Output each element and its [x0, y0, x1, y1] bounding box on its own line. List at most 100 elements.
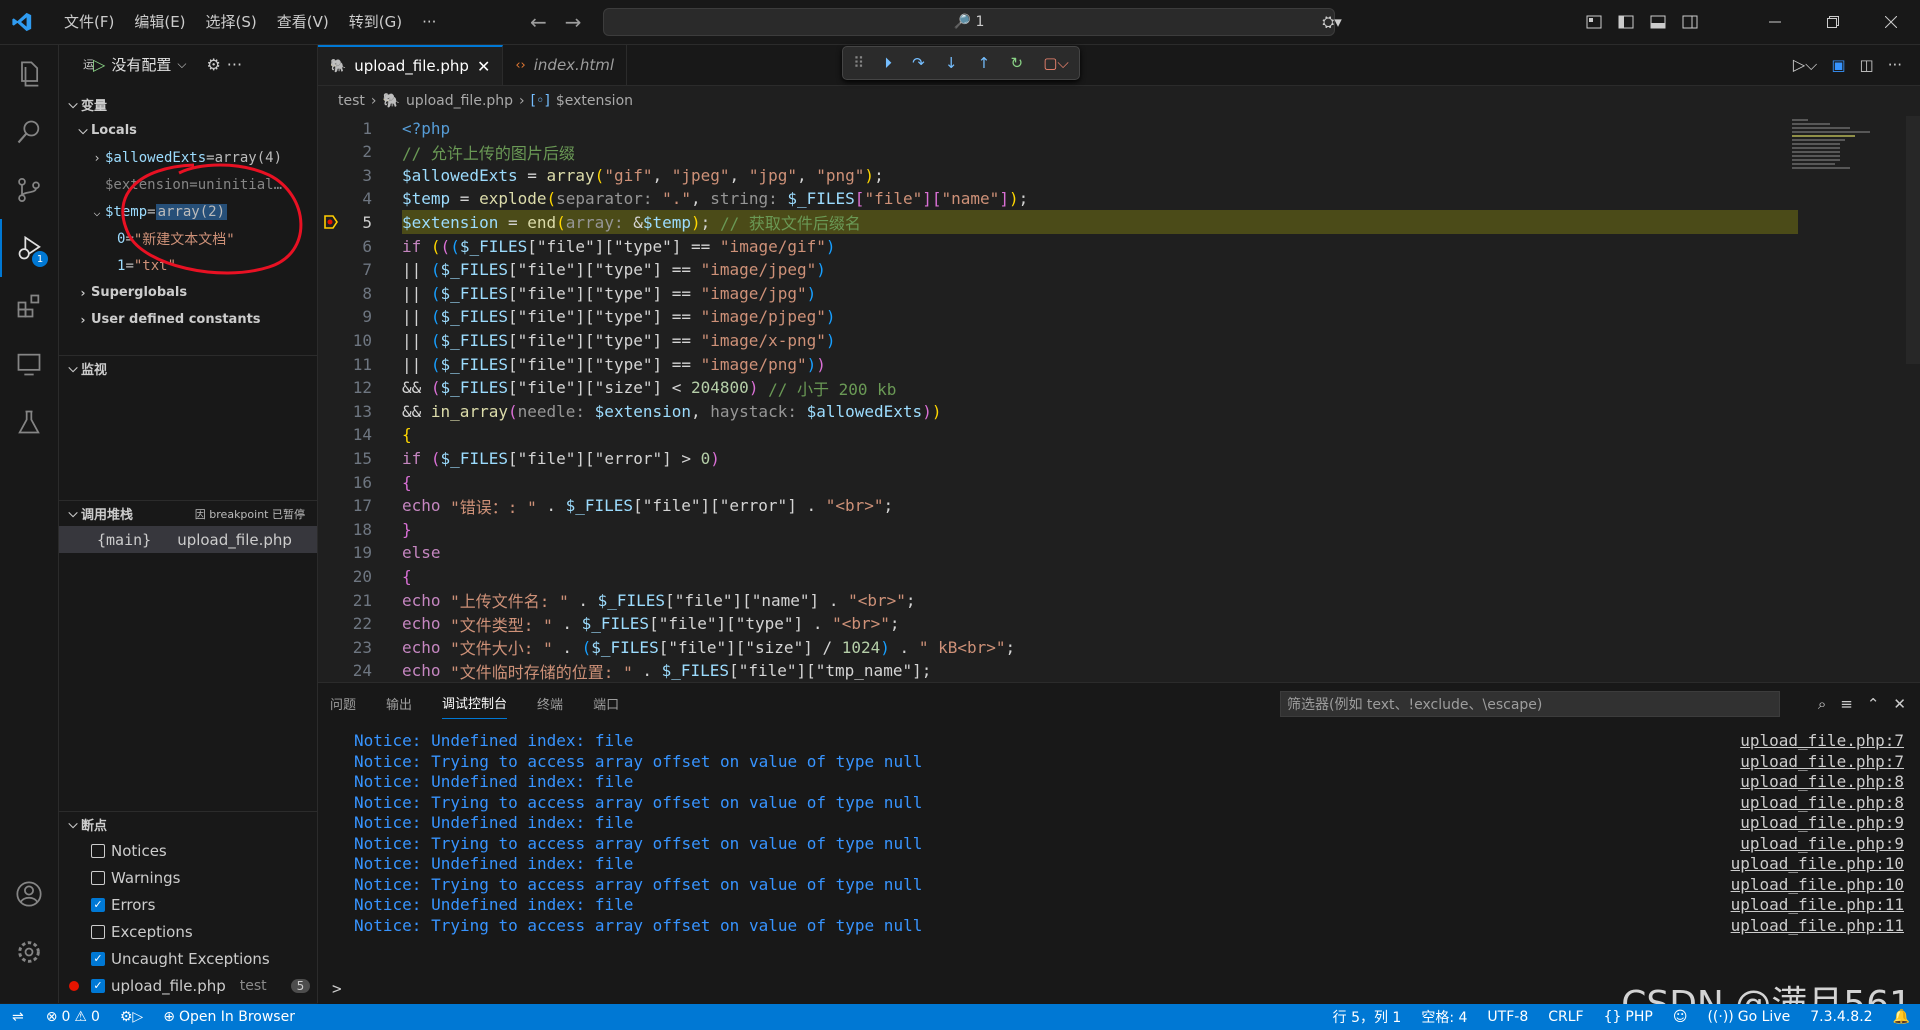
breakpoint-row[interactable]: ✓ Uncaught Exceptions: [59, 945, 317, 972]
copilot-icon[interactable]: ⛭▾: [1316, 0, 1348, 44]
close-icon[interactable]: ✕: [477, 57, 490, 76]
copilot-status-icon[interactable]: ☺: [1663, 1009, 1698, 1025]
extensions-icon[interactable]: [0, 277, 58, 335]
chevron-down-icon[interactable]: ⌵: [177, 57, 186, 72]
restore-icon[interactable]: [1804, 0, 1862, 44]
tab-ports[interactable]: 端口: [593, 694, 619, 713]
step-over-icon[interactable]: ↷: [912, 54, 925, 72]
code-editor[interactable]: 1 <?php 2// 允许上传的图片后缀 3 $allowedExts = array…: [318, 116, 1920, 681]
command-center-search[interactable]: 🔎 1: [603, 8, 1335, 36]
breakpoint-checkbox[interactable]: ✓: [91, 978, 105, 993]
editor-scrollbar[interactable]: [1906, 116, 1920, 364]
search-icon[interactable]: [0, 103, 58, 161]
line-number[interactable]: 21: [318, 591, 402, 610]
breakpoint-checkbox[interactable]: [91, 924, 105, 939]
line-number[interactable]: 4: [318, 189, 402, 208]
testing-icon[interactable]: [0, 393, 58, 451]
line-number[interactable]: 16: [318, 473, 402, 492]
cursor-position[interactable]: 行 5，列 1: [1323, 1007, 1412, 1027]
menu-edit[interactable]: 编辑(E): [124, 0, 195, 44]
callstack-frame[interactable]: {main} upload_file.php: [59, 526, 317, 553]
more-actions-icon[interactable]: ···: [227, 55, 242, 74]
toggle-secondary-sidebar-icon[interactable]: [1674, 0, 1706, 44]
language-mode[interactable]: {} PHP: [1594, 1009, 1663, 1025]
callstack-header[interactable]: ⌵ 调用堆栈 因 breakpoint 已暂停: [59, 500, 317, 526]
step-out-icon[interactable]: ↑: [978, 54, 991, 72]
debug-status-icon[interactable]: ⚙▷: [110, 1009, 153, 1025]
remote-indicator-icon[interactable]: ⇌: [0, 1009, 36, 1025]
problems-status[interactable]: ⊗ 0 ⚠ 0: [36, 1009, 110, 1025]
line-number[interactable]: 1: [318, 119, 402, 138]
indentation[interactable]: 空格: 4: [1411, 1007, 1477, 1027]
breadcrumb-symbol[interactable]: $extension: [556, 93, 633, 109]
variables-header[interactable]: ⌵ 变量: [59, 91, 317, 117]
line-number[interactable]: 13: [318, 402, 402, 421]
back-arrow-icon[interactable]: ←: [530, 10, 547, 34]
run-file-icon[interactable]: ▷⌵: [1793, 55, 1817, 75]
line-number[interactable]: 2: [318, 142, 402, 161]
breakpoint-row[interactable]: Exceptions: [59, 918, 317, 945]
close-window-icon[interactable]: [1862, 0, 1920, 44]
split-editor-icon[interactable]: ◫: [1860, 56, 1874, 74]
continue-icon[interactable]: ⏵: [884, 54, 892, 72]
drag-handle-icon[interactable]: ⠿: [853, 54, 864, 72]
go-live[interactable]: ((·)) Go Live: [1697, 1009, 1800, 1025]
run-config-select[interactable]: 没有配置: [111, 54, 171, 75]
encoding[interactable]: UTF-8: [1477, 1009, 1538, 1025]
line-number[interactable]: 6: [318, 237, 402, 256]
restart-icon[interactable]: ↻: [1010, 54, 1023, 72]
current-breakpoint-arrow-icon[interactable]: [324, 215, 338, 230]
line-number[interactable]: 22: [318, 614, 402, 633]
breakpoint-checkbox[interactable]: ✓: [91, 951, 105, 966]
breakpoint-checkbox[interactable]: [91, 870, 105, 885]
minimap[interactable]: [1790, 116, 1900, 681]
menu-view[interactable]: 查看(V): [267, 0, 339, 44]
maximize-panel-icon[interactable]: ⌃: [1867, 695, 1880, 713]
line-number[interactable]: 15: [318, 449, 402, 468]
line-number[interactable]: 12: [318, 378, 402, 397]
console-prompt[interactable]: >: [332, 979, 342, 998]
tab-terminal[interactable]: 终端: [537, 694, 563, 713]
close-panel-icon[interactable]: ✕: [1893, 695, 1906, 713]
menu-go[interactable]: 转到(G): [339, 0, 412, 44]
step-into-icon[interactable]: ↓: [945, 54, 958, 72]
open-in-browser[interactable]: ⊕ Open In Browser: [153, 1009, 305, 1025]
more-actions-icon[interactable]: ···: [1888, 56, 1902, 74]
breakpoint-checkbox[interactable]: ✓: [91, 897, 105, 912]
locals-scope[interactable]: ⌵ Locals: [59, 117, 317, 144]
line-number[interactable]: 3: [318, 166, 402, 185]
line-number[interactable]: 20: [318, 567, 402, 586]
console-filter-input[interactable]: 筛选器(例如 text、!exclude、\escape): [1280, 691, 1780, 717]
tab-problems[interactable]: 问题: [330, 694, 356, 713]
line-number[interactable]: 10: [318, 331, 402, 350]
line-number[interactable]: 11: [318, 355, 402, 374]
search-icon[interactable]: ⌕: [1818, 695, 1826, 713]
breakpoint-row[interactable]: Warnings: [59, 864, 317, 891]
source-control-icon[interactable]: [0, 161, 58, 219]
line-ending[interactable]: CRLF: [1538, 1009, 1593, 1025]
breadcrumb-folder[interactable]: test: [338, 93, 365, 109]
start-debug-icon[interactable]: ▷: [93, 55, 105, 74]
line-number[interactable]: 18: [318, 520, 402, 539]
breakpoints-header[interactable]: ⌵ 断点: [59, 811, 317, 837]
menu-selection[interactable]: 选择(S): [196, 0, 267, 44]
open-launch-json-gear-icon[interactable]: ⚙: [206, 55, 220, 74]
menu-file[interactable]: 文件(F): [54, 0, 124, 44]
accounts-icon[interactable]: [0, 865, 58, 923]
run-debug-icon[interactable]: 1: [0, 219, 58, 277]
remote-explorer-icon[interactable]: [0, 335, 58, 393]
customize-layout-icon[interactable]: [1578, 0, 1610, 44]
settings-gear-icon[interactable]: [0, 923, 58, 981]
forward-arrow-icon[interactable]: →: [565, 10, 582, 34]
line-number[interactable]: 9: [318, 307, 402, 326]
stop-icon[interactable]: ▢⌵: [1043, 54, 1069, 72]
menu-more[interactable]: ···: [412, 0, 446, 44]
line-number[interactable]: 19: [318, 543, 402, 562]
tab-debug-console[interactable]: 调试控制台: [442, 693, 508, 719]
bell-icon[interactable]: 🔔: [1883, 1009, 1920, 1025]
clear-console-icon[interactable]: ≡: [1840, 695, 1853, 713]
user-constants-scope[interactable]: › User defined constants: [59, 306, 317, 333]
line-number[interactable]: 14: [318, 425, 402, 444]
breakpoint-file-row[interactable]: ✓ upload_file.php test 5: [59, 972, 317, 999]
console-source-link[interactable]: upload_file.php:11: [1731, 916, 1904, 941]
